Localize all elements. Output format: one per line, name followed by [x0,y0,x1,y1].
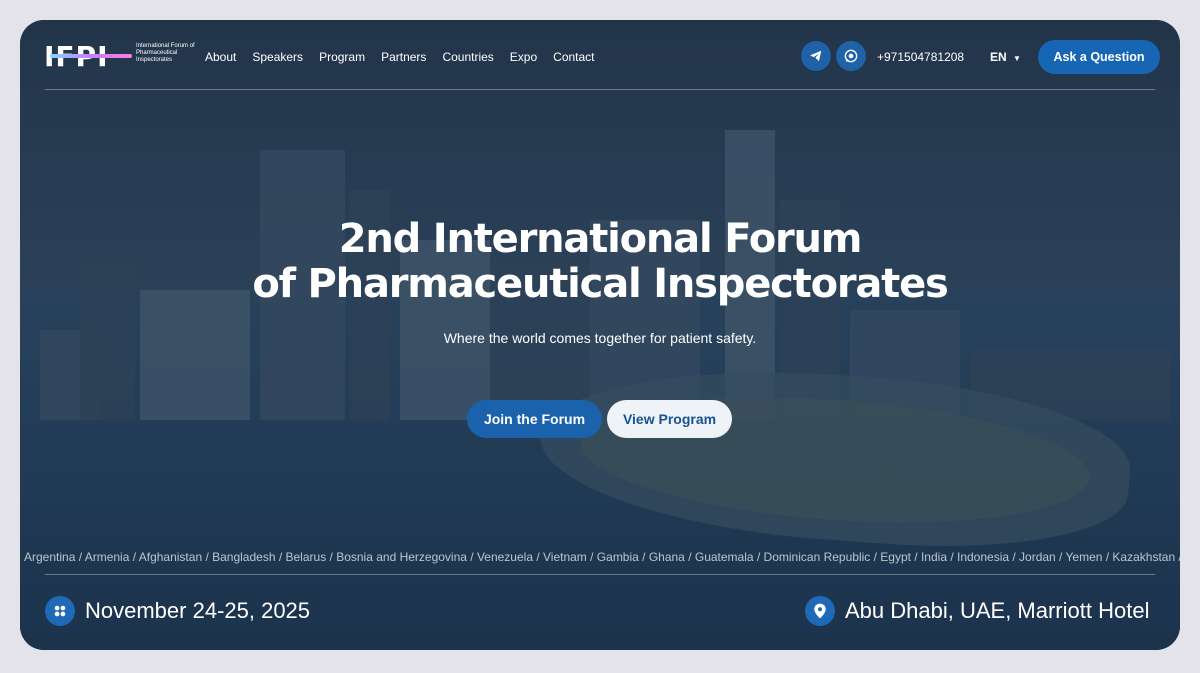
hero-title-line-1: 2nd International Forum [338,216,863,262]
view-program-button[interactable]: View Program [607,400,732,438]
site-header: IFPI International Forum of Pharmaceutic… [20,20,1180,90]
join-forum-button[interactable]: Join the Forum [467,400,602,438]
event-location: Abu Dhabi, UAE, Marriott Hotel [845,598,1150,623]
footer-divider [45,574,1155,575]
language-selector[interactable]: EN ▼ [990,50,1021,64]
hero-title-line-2: of Pharmaceutical Inspectorates [252,261,949,307]
nav-countries[interactable]: Countries [442,50,493,64]
header-divider [45,89,1155,90]
nav-about[interactable]: About [205,50,236,64]
event-date-icon [45,596,75,626]
nav-speakers[interactable]: Speakers [252,50,303,64]
logo-subtext: International Forum of Pharmaceutical In… [136,43,195,63]
whatsapp-icon[interactable] [836,41,866,71]
ask-question-button[interactable]: Ask a Question [1038,40,1160,74]
language-label: EN [990,50,1007,64]
location-pin-icon [805,596,835,626]
nav-contact[interactable]: Contact [553,50,594,64]
main-nav: About Speakers Program Partners Countrie… [205,50,595,64]
countries-ticker: Argentina / Armenia / Afghanistan / Bang… [24,550,1180,564]
hero-subtitle: Where the world comes together for patie… [443,330,757,346]
phone-number[interactable]: +971504781208 [877,50,964,64]
logo-accent-bar [50,54,132,58]
nav-partners[interactable]: Partners [381,50,426,64]
telegram-icon[interactable] [801,41,831,71]
ifpi-logo[interactable]: IFPI International Forum of Pharmaceutic… [44,42,195,72]
event-date: November 24-25, 2025 [85,598,311,623]
hero-section: IFPI International Forum of Pharmaceutic… [20,20,1180,650]
nav-program[interactable]: Program [319,50,365,64]
nav-expo[interactable]: Expo [510,50,537,64]
caret-down-icon: ▼ [1013,54,1021,63]
hero-title: 2nd International Forum of Pharmaceutica… [20,217,1180,307]
